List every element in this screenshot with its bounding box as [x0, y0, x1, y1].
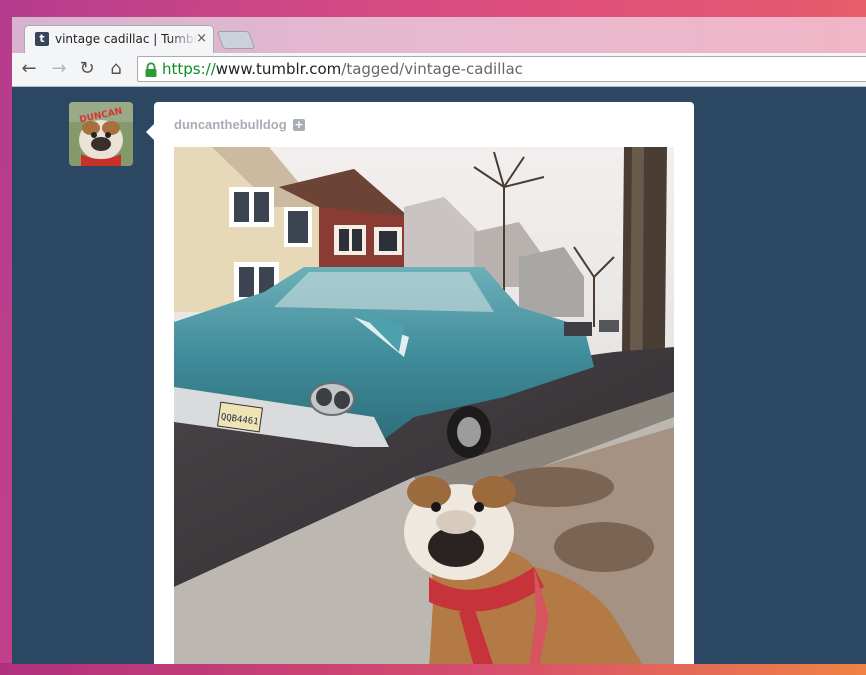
desktop-background [0, 663, 866, 675]
avatar[interactable]: DUNCAN [69, 102, 133, 166]
tab-strip: t vintage cadillac | Tumblr × [12, 17, 866, 53]
url-scheme: https:// [162, 60, 216, 78]
vintage-cadillac-photo: QQB4461 [174, 147, 674, 664]
back-button[interactable]: ← [18, 58, 40, 80]
lock-icon [145, 62, 157, 77]
tab-active[interactable]: t vintage cadillac | Tumblr × [24, 25, 214, 53]
tumblr-page: DUNCAN duncanthebulldog + QQB4461 [12, 87, 866, 664]
address-bar[interactable]: https://www.tumblr.com/tagged/vintage-ca… [137, 56, 866, 82]
new-tab-button[interactable] [216, 31, 256, 49]
forward-button[interactable]: → [48, 58, 70, 80]
url-text: https://www.tumblr.com/tagged/vintage-ca… [162, 60, 523, 78]
browser-window: t vintage cadillac | Tumblr × ← → ↻ ⌂ ht… [12, 17, 866, 664]
url-host: www.tumblr.com [215, 60, 342, 78]
tab-close-icon[interactable]: × [196, 31, 207, 46]
browser-toolbar: ← → ↻ ⌂ https://www.tumblr.com/tagged/vi… [12, 53, 866, 87]
post-card: duncanthebulldog + QQB4461 [146, 102, 694, 664]
post-author-link[interactable]: duncanthebulldog [174, 117, 287, 133]
post-arrow [146, 124, 154, 140]
bulldog-avatar-image: DUNCAN [69, 102, 133, 166]
url-path: /tagged/vintage-cadillac [341, 60, 523, 78]
home-button[interactable]: ⌂ [105, 58, 127, 80]
tab-title: vintage cadillac | Tumblr [55, 32, 197, 46]
post-photo[interactable]: QQB4461 [174, 147, 674, 664]
reload-button[interactable]: ↻ [76, 58, 98, 80]
follow-plus-icon[interactable]: + [293, 119, 305, 131]
tumblr-favicon-icon: t [35, 32, 49, 46]
